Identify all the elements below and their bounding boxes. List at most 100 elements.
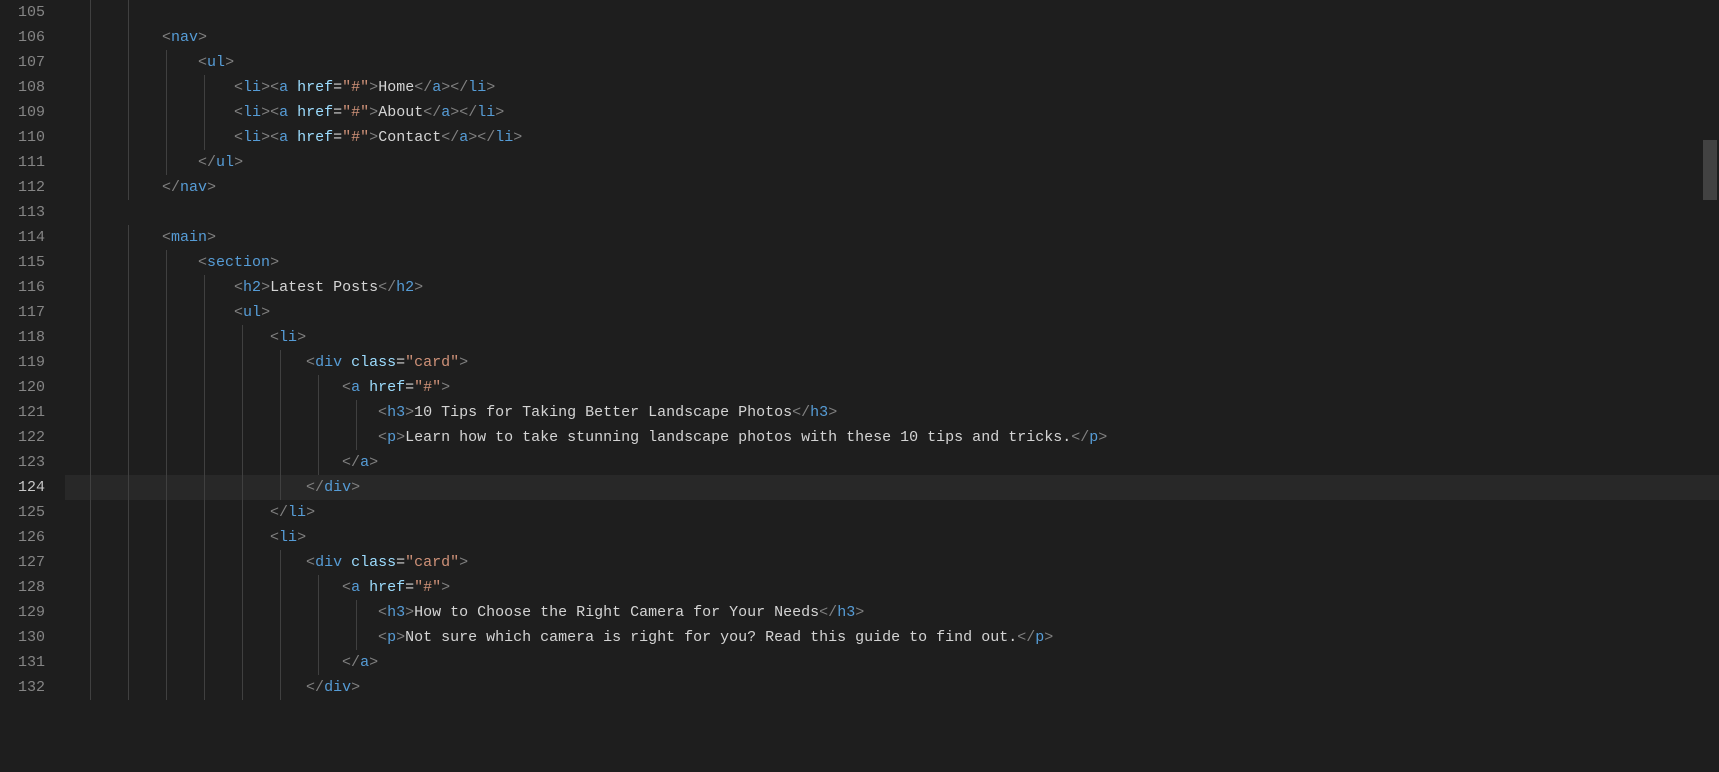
code-line[interactable]: </div> (65, 475, 1719, 500)
code-line[interactable]: </nav> (65, 175, 1719, 200)
code-line[interactable]: </a> (65, 450, 1719, 475)
code-line[interactable]: <li><a href="#">About</a></li> (65, 100, 1719, 125)
token-tag: nav (171, 29, 198, 46)
token-bracket: </ (270, 504, 288, 521)
line-number[interactable]: 132 (0, 675, 45, 700)
code-line[interactable]: </ul> (65, 150, 1719, 175)
indent-whitespace (90, 679, 306, 696)
token-tag: li (243, 104, 261, 121)
token-text: About (378, 104, 423, 121)
indent-whitespace (90, 304, 234, 321)
token-bracket: < (378, 429, 387, 446)
token-bracket: > (441, 79, 450, 96)
code-line[interactable]: <div class="card"> (65, 550, 1719, 575)
line-number[interactable]: 108 (0, 75, 45, 100)
code-line[interactable]: <ul> (65, 50, 1719, 75)
indent-whitespace (90, 454, 342, 471)
code-line[interactable]: </a> (65, 650, 1719, 675)
code-line[interactable] (65, 0, 1719, 25)
line-number[interactable]: 116 (0, 275, 45, 300)
line-number[interactable]: 121 (0, 400, 45, 425)
line-content: <div class="card"> (90, 350, 468, 375)
code-line[interactable]: <div class="card"> (65, 350, 1719, 375)
line-number[interactable]: 106 (0, 25, 45, 50)
vertical-scrollbar[interactable] (1703, 0, 1717, 772)
token-bracket: > (297, 329, 306, 346)
token-tag: h2 (243, 279, 261, 296)
token-bracket: > (225, 54, 234, 71)
line-number[interactable]: 125 (0, 500, 45, 525)
line-content: </li> (90, 500, 315, 525)
code-line[interactable]: </div> (65, 675, 1719, 700)
line-number[interactable]: 124 (0, 475, 45, 500)
line-number[interactable]: 109 (0, 100, 45, 125)
token-text: How to Choose the Right Camera for Your … (414, 604, 819, 621)
token-bracket: > (405, 604, 414, 621)
code-line[interactable]: <p>Not sure which camera is right for yo… (65, 625, 1719, 650)
line-number[interactable]: 129 (0, 600, 45, 625)
line-number[interactable]: 110 (0, 125, 45, 150)
token-bracket: </ (342, 654, 360, 671)
line-number-gutter[interactable]: 1051061071081091101111121131141151161171… (0, 0, 65, 772)
code-line[interactable]: <nav> (65, 25, 1719, 50)
token-bracket: </ (423, 104, 441, 121)
code-line[interactable]: <li><a href="#">Contact</a></li> (65, 125, 1719, 150)
line-number[interactable]: 123 (0, 450, 45, 475)
code-line[interactable]: <a href="#"> (65, 575, 1719, 600)
indent-whitespace (90, 629, 378, 646)
line-number[interactable]: 105 (0, 0, 45, 25)
token-bracket: > (261, 104, 270, 121)
code-line[interactable]: <li> (65, 325, 1719, 350)
code-line[interactable]: <p>Learn how to take stunning landscape … (65, 425, 1719, 450)
token-bracket: > (351, 479, 360, 496)
token-bracket: < (234, 279, 243, 296)
line-number[interactable]: 112 (0, 175, 45, 200)
line-number[interactable]: 118 (0, 325, 45, 350)
line-number[interactable]: 119 (0, 350, 45, 375)
indent-whitespace (90, 4, 162, 21)
code-line[interactable]: <li> (65, 525, 1719, 550)
token-bracket: > (441, 379, 450, 396)
token-eq: = (405, 579, 414, 596)
indent-whitespace (90, 479, 306, 496)
token-bracket: </ (450, 79, 468, 96)
indent-whitespace (90, 254, 198, 271)
code-line[interactable]: <h3>10 Tips for Taking Better Landscape … (65, 400, 1719, 425)
token-bracket: </ (162, 179, 180, 196)
code-line[interactable]: <a href="#"> (65, 375, 1719, 400)
code-line[interactable]: <h3>How to Choose the Right Camera for Y… (65, 600, 1719, 625)
code-line[interactable]: </li> (65, 500, 1719, 525)
line-number[interactable]: 127 (0, 550, 45, 575)
code-line[interactable] (65, 200, 1719, 225)
code-line[interactable]: <li><a href="#">Home</a></li> (65, 75, 1719, 100)
code-line[interactable]: <ul> (65, 300, 1719, 325)
scrollbar-thumb[interactable] (1703, 140, 1717, 200)
line-number[interactable]: 117 (0, 300, 45, 325)
line-content: <li><a href="#">About</a></li> (90, 100, 504, 125)
code-line[interactable]: <h2>Latest Posts</h2> (65, 275, 1719, 300)
line-number[interactable]: 128 (0, 575, 45, 600)
code-line[interactable]: <main> (65, 225, 1719, 250)
line-number[interactable]: 131 (0, 650, 45, 675)
line-number[interactable]: 126 (0, 525, 45, 550)
line-number[interactable]: 114 (0, 225, 45, 250)
code-line[interactable]: <section> (65, 250, 1719, 275)
line-number[interactable]: 113 (0, 200, 45, 225)
indent-whitespace (90, 554, 306, 571)
line-number[interactable]: 115 (0, 250, 45, 275)
token-eq: = (333, 79, 342, 96)
line-number[interactable]: 122 (0, 425, 45, 450)
token-bracket: </ (342, 454, 360, 471)
line-content: <li><a href="#">Home</a></li> (90, 75, 495, 100)
token-tag: a (279, 79, 288, 96)
token-text: Not sure which camera is right for you? … (405, 629, 1017, 646)
token-bracket: > (261, 79, 270, 96)
line-number[interactable]: 120 (0, 375, 45, 400)
token-tag: a (279, 104, 288, 121)
token-attr-name: href (297, 129, 333, 146)
line-number[interactable]: 130 (0, 625, 45, 650)
line-number[interactable]: 107 (0, 50, 45, 75)
code-editor[interactable]: 1051061071081091101111121131141151161171… (0, 0, 1719, 772)
code-area[interactable]: <nav> <ul> <li><a href="#">Home</a></li>… (65, 0, 1719, 772)
line-number[interactable]: 111 (0, 150, 45, 175)
